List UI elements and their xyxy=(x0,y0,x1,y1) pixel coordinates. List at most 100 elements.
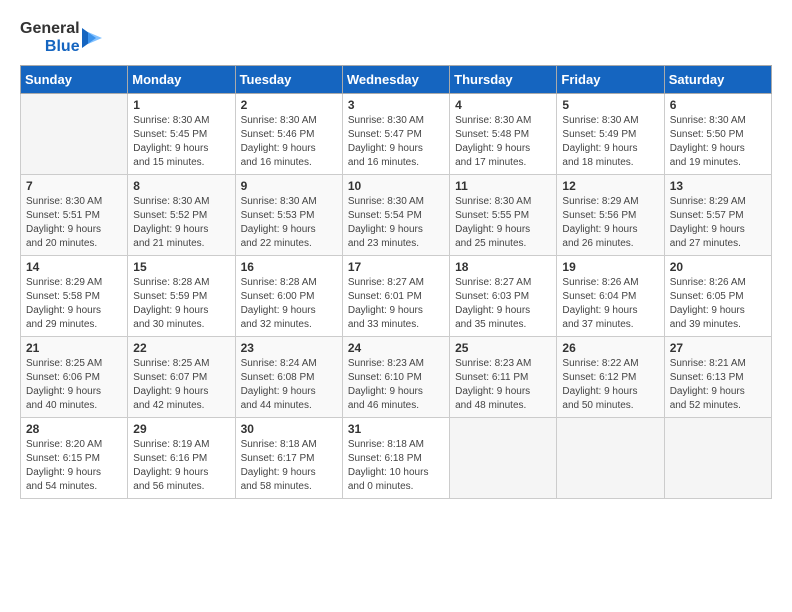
day-number: 31 xyxy=(348,422,444,436)
day-number: 1 xyxy=(133,98,229,112)
day-number: 14 xyxy=(26,260,122,274)
day-number: 23 xyxy=(241,341,337,355)
day-info: Sunrise: 8:29 AM Sunset: 5:56 PM Dayligh… xyxy=(562,195,658,251)
day-number: 3 xyxy=(348,98,444,112)
calendar-cell: 31 Sunrise: 8:18 AM Sunset: 6:18 PM Dayli… xyxy=(342,418,449,499)
day-info: Sunrise: 8:22 AM Sunset: 6:12 PM Dayligh… xyxy=(562,357,658,413)
day-info: Sunrise: 8:29 AM Sunset: 5:57 PM Dayligh… xyxy=(670,195,766,251)
day-info: Sunrise: 8:25 AM Sunset: 6:06 PM Dayligh… xyxy=(26,357,122,413)
day-info: Sunrise: 8:30 AM Sunset: 5:45 PM Dayligh… xyxy=(133,114,229,170)
calendar-cell: 2 Sunrise: 8:30 AM Sunset: 5:46 PM Daylig… xyxy=(235,94,342,175)
day-number: 9 xyxy=(241,179,337,193)
page-header: General Blue xyxy=(20,20,772,55)
day-info: Sunrise: 8:20 AM Sunset: 6:15 PM Dayligh… xyxy=(26,438,122,494)
day-number: 19 xyxy=(562,260,658,274)
day-info: Sunrise: 8:21 AM Sunset: 6:13 PM Dayligh… xyxy=(670,357,766,413)
day-number: 10 xyxy=(348,179,444,193)
weekday-header: Tuesday xyxy=(235,66,342,94)
day-info: Sunrise: 8:25 AM Sunset: 6:07 PM Dayligh… xyxy=(133,357,229,413)
logo-blue-text: Blue xyxy=(45,38,80,56)
day-info: Sunrise: 8:27 AM Sunset: 6:01 PM Dayligh… xyxy=(348,276,444,332)
calendar-cell: 12Sunrise: 8:29 AM Sunset: 5:56 PM Dayli… xyxy=(557,175,664,256)
calendar-cell: 29 Sunrise: 8:19 AM Sunset: 6:16 PM Dayli… xyxy=(128,418,235,499)
calendar-week-row: 14 Sunrise: 8:29 AM Sunset: 5:58 PM Dayli… xyxy=(21,256,772,337)
day-number: 13 xyxy=(670,179,766,193)
day-info: Sunrise: 8:30 AM Sunset: 5:55 PM Dayligh… xyxy=(455,195,551,251)
calendar-cell: 23 Sunrise: 8:24 AM Sunset: 6:08 PM Dayli… xyxy=(235,337,342,418)
day-number: 20 xyxy=(670,260,766,274)
day-number: 16 xyxy=(241,260,337,274)
day-info: Sunrise: 8:18 AM Sunset: 6:18 PM Dayligh… xyxy=(348,438,444,494)
calendar-cell: 1 Sunrise: 8:30 AM Sunset: 5:45 PM Daylig… xyxy=(128,94,235,175)
logo-general-text: General xyxy=(20,20,80,38)
weekday-header: Thursday xyxy=(450,66,557,94)
day-number: 27 xyxy=(670,341,766,355)
weekday-header: Friday xyxy=(557,66,664,94)
day-number: 6 xyxy=(670,98,766,112)
calendar-cell: 8Sunrise: 8:30 AM Sunset: 5:52 PM Daylig… xyxy=(128,175,235,256)
day-info: Sunrise: 8:28 AM Sunset: 6:00 PM Dayligh… xyxy=(241,276,337,332)
logo: General Blue xyxy=(20,20,102,55)
weekday-header: Sunday xyxy=(21,66,128,94)
day-info: Sunrise: 8:26 AM Sunset: 6:04 PM Dayligh… xyxy=(562,276,658,332)
day-info: Sunrise: 8:23 AM Sunset: 6:10 PM Dayligh… xyxy=(348,357,444,413)
day-info: Sunrise: 8:30 AM Sunset: 5:47 PM Dayligh… xyxy=(348,114,444,170)
day-number: 15 xyxy=(133,260,229,274)
day-info: Sunrise: 8:18 AM Sunset: 6:17 PM Dayligh… xyxy=(241,438,337,494)
day-info: Sunrise: 8:29 AM Sunset: 5:58 PM Dayligh… xyxy=(26,276,122,332)
calendar-cell xyxy=(664,418,771,499)
day-number: 5 xyxy=(562,98,658,112)
day-number: 7 xyxy=(26,179,122,193)
calendar-cell: 20 Sunrise: 8:26 AM Sunset: 6:05 PM Dayli… xyxy=(664,256,771,337)
calendar-cell: 3 Sunrise: 8:30 AM Sunset: 5:47 PM Daylig… xyxy=(342,94,449,175)
calendar-cell: 30Sunrise: 8:18 AM Sunset: 6:17 PM Dayli… xyxy=(235,418,342,499)
day-number: 17 xyxy=(348,260,444,274)
calendar-cell xyxy=(450,418,557,499)
day-info: Sunrise: 8:19 AM Sunset: 6:16 PM Dayligh… xyxy=(133,438,229,494)
calendar-cell xyxy=(21,94,128,175)
calendar-cell: 26 Sunrise: 8:22 AM Sunset: 6:12 PM Dayli… xyxy=(557,337,664,418)
day-number: 8 xyxy=(133,179,229,193)
calendar-cell: 5 Sunrise: 8:30 AM Sunset: 5:49 PM Daylig… xyxy=(557,94,664,175)
calendar-cell: 16 Sunrise: 8:28 AM Sunset: 6:00 PM Dayli… xyxy=(235,256,342,337)
calendar-week-row: 1 Sunrise: 8:30 AM Sunset: 5:45 PM Daylig… xyxy=(21,94,772,175)
weekday-header: Monday xyxy=(128,66,235,94)
day-number: 24 xyxy=(348,341,444,355)
calendar-week-row: 7 Sunrise: 8:30 AM Sunset: 5:51 PM Daylig… xyxy=(21,175,772,256)
calendar-cell: 9 Sunrise: 8:30 AM Sunset: 5:53 PM Daylig… xyxy=(235,175,342,256)
calendar-cell: 4 Sunrise: 8:30 AM Sunset: 5:48 PM Daylig… xyxy=(450,94,557,175)
day-number: 18 xyxy=(455,260,551,274)
calendar-header-row: SundayMondayTuesdayWednesdayThursdayFrid… xyxy=(21,66,772,94)
logo-chevron-icon xyxy=(82,24,102,52)
day-number: 29 xyxy=(133,422,229,436)
day-number: 2 xyxy=(241,98,337,112)
calendar-cell: 22 Sunrise: 8:25 AM Sunset: 6:07 PM Dayli… xyxy=(128,337,235,418)
calendar-cell: 10Sunrise: 8:30 AM Sunset: 5:54 PM Dayli… xyxy=(342,175,449,256)
day-number: 11 xyxy=(455,179,551,193)
calendar-cell: 14 Sunrise: 8:29 AM Sunset: 5:58 PM Dayli… xyxy=(21,256,128,337)
calendar-cell: 25Sunrise: 8:23 AM Sunset: 6:11 PM Dayli… xyxy=(450,337,557,418)
calendar-cell: 18 Sunrise: 8:27 AM Sunset: 6:03 PM Dayli… xyxy=(450,256,557,337)
day-info: Sunrise: 8:24 AM Sunset: 6:08 PM Dayligh… xyxy=(241,357,337,413)
day-number: 21 xyxy=(26,341,122,355)
day-info: Sunrise: 8:30 AM Sunset: 5:46 PM Dayligh… xyxy=(241,114,337,170)
weekday-header: Saturday xyxy=(664,66,771,94)
calendar-cell: 7 Sunrise: 8:30 AM Sunset: 5:51 PM Daylig… xyxy=(21,175,128,256)
day-info: Sunrise: 8:30 AM Sunset: 5:53 PM Dayligh… xyxy=(241,195,337,251)
calendar-cell: 28Sunrise: 8:20 AM Sunset: 6:15 PM Dayli… xyxy=(21,418,128,499)
day-info: Sunrise: 8:27 AM Sunset: 6:03 PM Dayligh… xyxy=(455,276,551,332)
day-info: Sunrise: 8:28 AM Sunset: 5:59 PM Dayligh… xyxy=(133,276,229,332)
day-info: Sunrise: 8:30 AM Sunset: 5:49 PM Dayligh… xyxy=(562,114,658,170)
calendar-cell: 6Sunrise: 8:30 AM Sunset: 5:50 PM Daylig… xyxy=(664,94,771,175)
calendar-cell: 17 Sunrise: 8:27 AM Sunset: 6:01 PM Dayli… xyxy=(342,256,449,337)
day-number: 22 xyxy=(133,341,229,355)
weekday-header: Wednesday xyxy=(342,66,449,94)
day-number: 4 xyxy=(455,98,551,112)
day-info: Sunrise: 8:26 AM Sunset: 6:05 PM Dayligh… xyxy=(670,276,766,332)
day-info: Sunrise: 8:30 AM Sunset: 5:51 PM Dayligh… xyxy=(26,195,122,251)
day-info: Sunrise: 8:30 AM Sunset: 5:48 PM Dayligh… xyxy=(455,114,551,170)
day-number: 26 xyxy=(562,341,658,355)
calendar-cell: 21 Sunrise: 8:25 AM Sunset: 6:06 PM Dayli… xyxy=(21,337,128,418)
calendar-cell: 11 Sunrise: 8:30 AM Sunset: 5:55 PM Dayli… xyxy=(450,175,557,256)
calendar-cell: 13 Sunrise: 8:29 AM Sunset: 5:57 PM Dayli… xyxy=(664,175,771,256)
